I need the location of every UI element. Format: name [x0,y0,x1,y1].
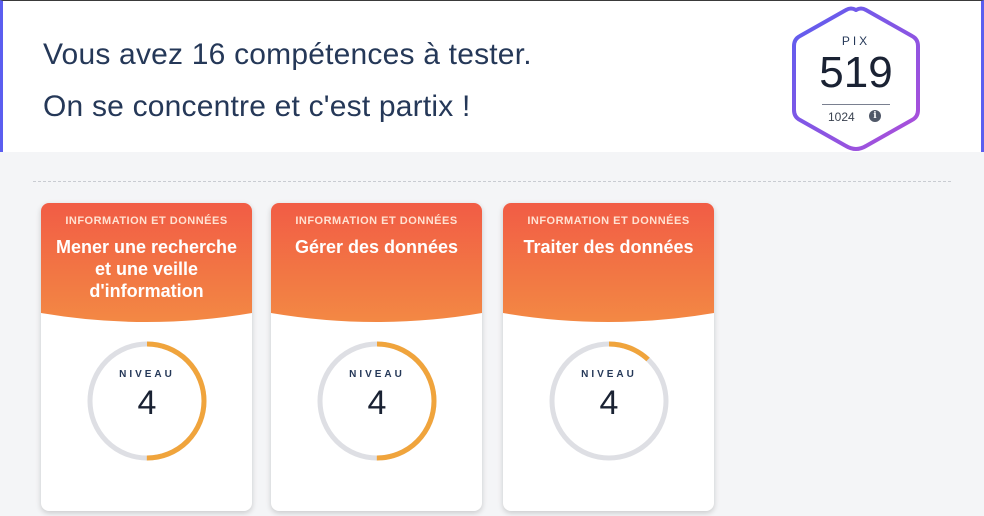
card-header: INFORMATION ET DONNÉES Mener une recherc… [41,203,252,329]
card-header: INFORMATION ET DONNÉES Gérer des données [271,203,482,329]
level-label: NIVEAU [581,369,637,380]
competence-card[interactable]: INFORMATION ET DONNÉES Mener une recherc… [41,203,252,511]
level-value: 4 [137,384,157,422]
hero-title: Vous avez 16 compétences à tester. [43,38,532,71]
pix-label: PIX [841,34,871,48]
pix-divider [822,104,890,105]
competence-card[interactable]: INFORMATION ET DONNÉES Traiter des donné… [503,203,714,511]
info-icon[interactable]: i [869,110,881,122]
card-title: Gérer des données [294,237,459,257]
hero-subtitle: On se concentre et c'est partix ! [43,90,471,123]
card-header: INFORMATION ET DONNÉES Traiter des donné… [503,203,714,329]
level-value: 4 [367,384,387,422]
card-area-label: INFORMATION ET DONNÉES [65,215,228,227]
pix-score: 519 [819,48,893,97]
section-divider [33,181,951,182]
level-gauge: NIVEAU 4 [316,340,438,462]
pix-max-score: 1024 [828,110,855,124]
level-gauge: NIVEAU 4 [86,340,208,462]
level-label: NIVEAU [119,369,175,380]
level-value: 4 [599,384,619,422]
card-area-label: INFORMATION ET DONNÉES [527,215,690,227]
card-area-label: INFORMATION ET DONNÉES [295,215,458,227]
level-label: NIVEAU [349,369,405,380]
pix-score-badge: PIX 519 1024 i [788,4,924,154]
card-title: Traiter des données [523,237,694,257]
competence-card[interactable]: INFORMATION ET DONNÉES Gérer des données… [271,203,482,511]
card-title: Mener une recherche et une veille d'info… [55,237,238,301]
level-gauge: NIVEAU 4 [548,340,670,462]
